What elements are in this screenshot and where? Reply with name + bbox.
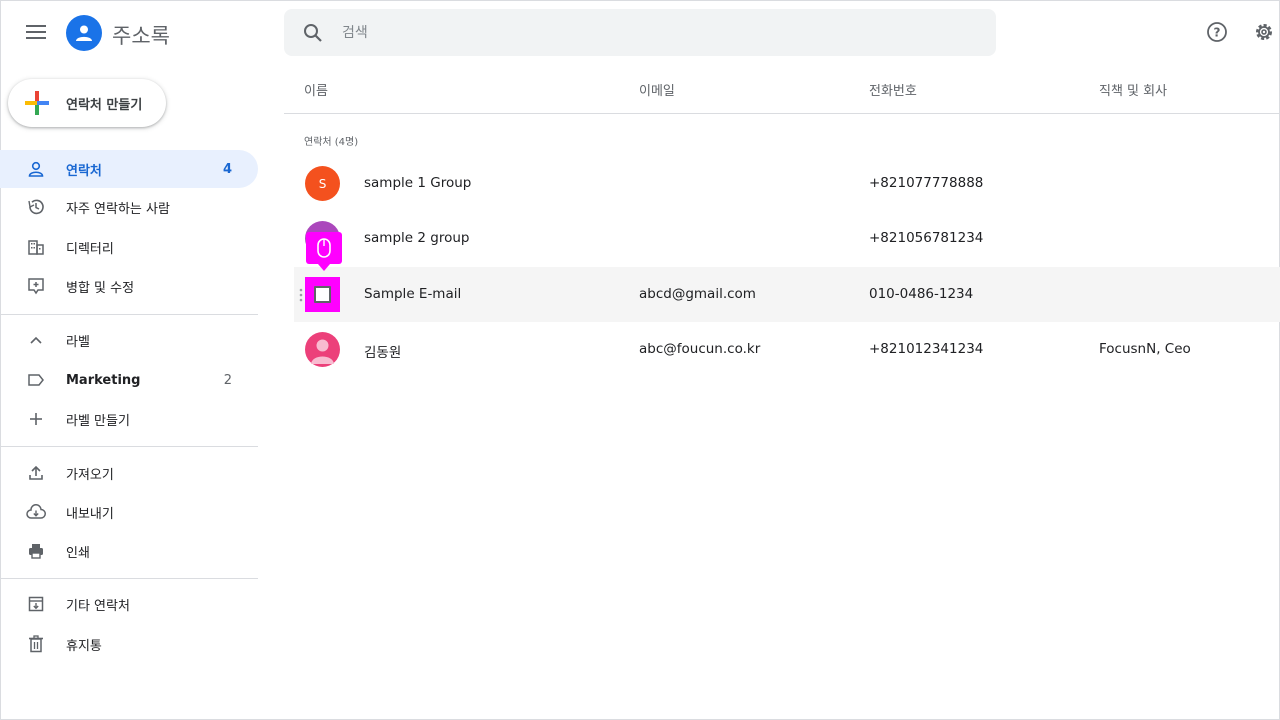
column-header-phone[interactable]: 전화번호 — [869, 80, 917, 99]
avatar[interactable] — [305, 332, 340, 367]
table-row[interactable]: S sample 1 Group +821077778888 — [294, 156, 1280, 211]
sidebar-item-directory[interactable]: 디렉터리 — [0, 228, 258, 266]
avatar[interactable]: S — [305, 166, 340, 201]
label-tag-icon — [26, 370, 46, 390]
sidebar-item-label: 인쇄 — [66, 545, 90, 561]
chevron-up-icon — [26, 330, 46, 350]
sidebar-item-label: 디렉터리 — [66, 241, 114, 257]
mouse-click-indicator-icon — [306, 232, 342, 271]
sidebar-item-print[interactable]: 인쇄 — [0, 532, 258, 570]
contact-phone: +821056781234 — [869, 230, 984, 246]
column-header-job[interactable]: 직책 및 회사 — [1099, 80, 1167, 99]
table-row[interactable]: 김동원 abc@foucun.co.kr +821012341234 Focus… — [294, 322, 1280, 377]
sidebar-item-import[interactable]: 가져오기 — [0, 454, 258, 492]
drag-handle-icon[interactable] — [298, 287, 304, 303]
contact-name: Sample E-mail — [364, 286, 462, 302]
person-silhouette-icon — [311, 339, 334, 364]
sidebar-item-label: Marketing — [66, 372, 141, 388]
column-header-email[interactable]: 이메일 — [639, 80, 675, 99]
sidebar-item-other-contacts[interactable]: 기타 연락처 — [0, 585, 258, 623]
trash-icon — [26, 634, 46, 654]
header-divider — [284, 113, 1280, 114]
main-menu-button[interactable] — [18, 14, 54, 50]
create-contact-button[interactable]: 연락처 만들기 — [8, 79, 166, 127]
sidebar-item-label-marketing[interactable]: Marketing 2 — [0, 361, 258, 399]
search-input[interactable] — [342, 24, 942, 41]
app-title: 주소록 — [112, 24, 170, 48]
building-icon — [26, 237, 46, 257]
table-row[interactable]: Sample E-mail abcd@gmail.com 010-0486-12… — [294, 267, 1280, 322]
contact-name: 김동원 — [364, 345, 402, 361]
contact-phone: +821077778888 — [869, 175, 984, 191]
contact-email: abc@foucun.co.kr — [639, 341, 761, 357]
sidebar-divider — [0, 314, 258, 315]
sidebar-item-label: 내보내기 — [66, 506, 114, 522]
contact-phone: 010-0486-1234 — [869, 286, 974, 302]
sidebar-item-label: 연락처 — [66, 163, 102, 179]
history-icon — [26, 197, 46, 217]
search-icon[interactable] — [301, 21, 325, 45]
create-label-button[interactable]: 라벨 만들기 — [0, 400, 258, 438]
sidebar-item-trash[interactable]: 휴지통 — [0, 625, 258, 663]
contacts-count-label: 연락처 (4명) — [304, 137, 359, 148]
sidebar-item-label: 기타 연락처 — [66, 598, 130, 614]
sidebar-item-merge-fix[interactable]: 병합 및 수정 — [0, 267, 258, 305]
upload-icon — [26, 463, 46, 483]
archive-icon — [26, 594, 46, 614]
cloud-download-icon — [26, 502, 46, 522]
printer-icon — [26, 541, 46, 561]
checkbox-square-icon — [314, 286, 331, 303]
sidebar-item-export[interactable]: 내보내기 — [0, 493, 258, 531]
plus-multicolor-icon — [25, 91, 49, 115]
contacts-logo-icon[interactable] — [66, 15, 102, 51]
label-count: 2 — [223, 372, 232, 388]
help-icon[interactable]: ? — [1206, 21, 1228, 43]
search-bar[interactable] — [284, 9, 996, 56]
labels-header: 라벨 — [66, 334, 90, 350]
merge-fix-icon — [26, 276, 46, 296]
contact-phone: +821012341234 — [869, 341, 984, 357]
svg-text:?: ? — [1214, 26, 1221, 40]
contact-name: sample 2 group — [364, 230, 470, 246]
create-label-label: 라벨 만들기 — [66, 413, 130, 429]
sidebar-item-label: 휴지통 — [66, 638, 102, 654]
sidebar-item-contacts[interactable]: 연락처 4 — [0, 150, 258, 188]
plus-icon — [26, 409, 46, 429]
sidebar-item-frequent[interactable]: 자주 연락하는 사람 — [0, 188, 258, 226]
contact-name: sample 1 Group — [364, 175, 472, 191]
sidebar-item-label: 자주 연락하는 사람 — [66, 201, 170, 217]
create-contact-label: 연락처 만들기 — [66, 97, 143, 113]
contact-email: abcd@gmail.com — [639, 286, 756, 302]
hamburger-icon — [26, 25, 46, 39]
row-select-checkbox[interactable] — [305, 277, 340, 312]
contact-job: FocusnN, Ceo — [1099, 341, 1191, 357]
person-icon — [26, 159, 46, 179]
gear-icon[interactable] — [1253, 21, 1275, 43]
labels-section-toggle[interactable]: 라벨 — [0, 321, 258, 359]
table-row[interactable]: sample 2 group +821056781234 — [294, 211, 1280, 266]
column-header-name[interactable]: 이름 — [304, 80, 328, 99]
contacts-count: 4 — [222, 161, 232, 177]
sidebar-divider — [0, 446, 258, 447]
sidebar-divider — [0, 578, 258, 579]
sidebar-item-label: 가져오기 — [66, 467, 114, 483]
sidebar-item-label: 병합 및 수정 — [66, 280, 135, 296]
